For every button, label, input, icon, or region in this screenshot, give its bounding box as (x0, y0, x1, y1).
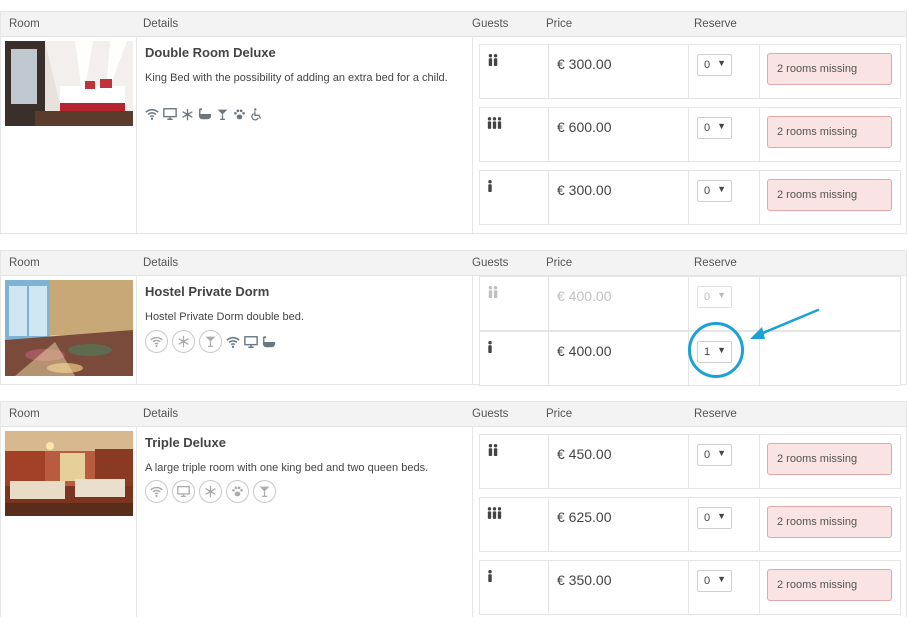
paw-circle-icon (226, 480, 249, 503)
rate-row: € 300.00 0 ▼ 2 rooms missing (479, 170, 901, 225)
header-guests: Guests (472, 408, 509, 420)
chevron-down-icon: ▼ (717, 58, 726, 68)
room-quantity-select[interactable]: 0 ▼ (697, 54, 732, 76)
rooms-missing-alert: 2 rooms missing (767, 116, 892, 148)
column-divider (136, 37, 137, 233)
header-room: Room (9, 18, 40, 30)
rooms-missing-alert: 2 rooms missing (767, 506, 892, 538)
column-divider (472, 427, 473, 617)
rate-row: € 350.00 0 ▼ 2 rooms missing (479, 560, 901, 615)
rate-price: € 400.00 (557, 343, 612, 359)
three-persons-icon (487, 506, 502, 524)
header-guests: Guests (472, 18, 509, 30)
room-description: King Bed with the possibility of adding … (145, 72, 448, 84)
chevron-down-icon: ▼ (717, 511, 726, 521)
one-person-icon (487, 340, 493, 358)
rate-price: € 350.00 (557, 572, 612, 588)
amenities-list (145, 107, 263, 121)
two-persons-icon (487, 53, 499, 71)
rooms-missing-alert: 2 rooms missing (767, 53, 892, 85)
room-description: A large triple room with one king bed an… (145, 462, 429, 474)
rooms-missing-alert: 2 rooms missing (767, 569, 892, 601)
room-quantity-select[interactable]: 0 ▼ (697, 180, 732, 202)
rate-price: € 300.00 (557, 56, 612, 72)
cocktail-circle-icon (199, 330, 222, 353)
column-divider (472, 276, 473, 384)
wheelchair-icon (250, 108, 263, 121)
header-price: Price (546, 257, 573, 269)
header-room: Room (9, 257, 40, 269)
room-quantity-select[interactable]: 0 ▼ (697, 117, 732, 139)
room-title[interactable]: Hostel Private Dorm (145, 284, 269, 299)
header-details: Details (143, 18, 179, 30)
paw-icon (233, 108, 246, 121)
tv-icon (244, 335, 258, 349)
three-persons-icon (487, 116, 502, 134)
bathtub-icon (262, 335, 276, 349)
snowflake-circle-icon (199, 480, 222, 503)
wifi-circle-icon (145, 480, 168, 503)
room-quantity-select-disabled: 0 ▼ (697, 286, 732, 308)
chevron-down-icon: ▼ (717, 290, 726, 300)
header-room: Room (9, 408, 40, 420)
two-persons-icon (487, 443, 499, 461)
header-details: Details (143, 257, 179, 269)
room-title[interactable]: Double Room Deluxe (145, 45, 276, 60)
tv-icon (163, 107, 177, 121)
header-price: Price (546, 18, 573, 30)
room-quantity-select[interactable]: 0 ▼ (697, 507, 732, 529)
rooms-missing-alert: 2 rooms missing (767, 179, 892, 211)
rate-row-disabled: € 400.00 0 ▼ (479, 276, 901, 331)
snowflake-circle-icon (172, 330, 195, 353)
rate-price: € 600.00 (557, 119, 612, 135)
amenities-list (145, 480, 276, 503)
table-header: Room Details Guests Price Reserve (1, 251, 906, 276)
tv-circle-icon (172, 480, 195, 503)
header-reserve: Reserve (694, 18, 737, 30)
one-person-icon (487, 569, 493, 587)
table-header: Room Details Guests Price Reserve (1, 402, 906, 427)
room-photo[interactable] (5, 431, 133, 516)
cocktail-circle-icon (253, 480, 276, 503)
header-guests: Guests (472, 257, 509, 269)
column-divider (472, 37, 473, 233)
wifi-icon (145, 107, 159, 121)
rate-price: € 400.00 (557, 288, 612, 304)
rate-price: € 625.00 (557, 509, 612, 525)
chevron-down-icon: ▼ (717, 448, 726, 458)
snowflake-icon (181, 108, 194, 121)
cocktail-icon (216, 108, 229, 121)
room-photo[interactable] (5, 41, 133, 126)
room-title[interactable]: Triple Deluxe (145, 435, 226, 450)
annotation-circle (688, 322, 744, 378)
rate-row: € 450.00 0 ▼ 2 rooms missing (479, 434, 901, 489)
rate-price: € 300.00 (557, 182, 612, 198)
header-price: Price (546, 408, 573, 420)
column-divider (136, 427, 137, 617)
bathtub-icon (198, 107, 212, 121)
chevron-down-icon: ▼ (717, 574, 726, 584)
header-reserve: Reserve (694, 257, 737, 269)
room-photo[interactable] (5, 280, 133, 376)
two-persons-icon (487, 285, 499, 303)
chevron-down-icon: ▼ (717, 184, 726, 194)
header-reserve: Reserve (694, 408, 737, 420)
annotation-arrow-icon (750, 308, 820, 339)
wifi-circle-icon (145, 330, 168, 353)
room-quantity-select[interactable]: 0 ▼ (697, 570, 732, 592)
chevron-down-icon: ▼ (717, 121, 726, 131)
amenities-list (145, 330, 276, 353)
room-description: Hostel Private Dorm double bed. (145, 311, 304, 323)
rooms-missing-alert: 2 rooms missing (767, 443, 892, 475)
rate-price: € 450.00 (557, 446, 612, 462)
rate-row: € 300.00 0 ▼ 2 rooms missing (479, 44, 901, 99)
wifi-icon (226, 335, 240, 349)
rate-row: € 600.00 0 ▼ 2 rooms missing (479, 107, 901, 162)
rate-row: € 625.00 0 ▼ 2 rooms missing (479, 497, 901, 552)
header-details: Details (143, 408, 179, 420)
one-person-icon (487, 179, 493, 197)
column-divider (136, 276, 137, 384)
table-header: Room Details Guests Price Reserve (1, 12, 906, 37)
room-quantity-select[interactable]: 0 ▼ (697, 444, 732, 466)
